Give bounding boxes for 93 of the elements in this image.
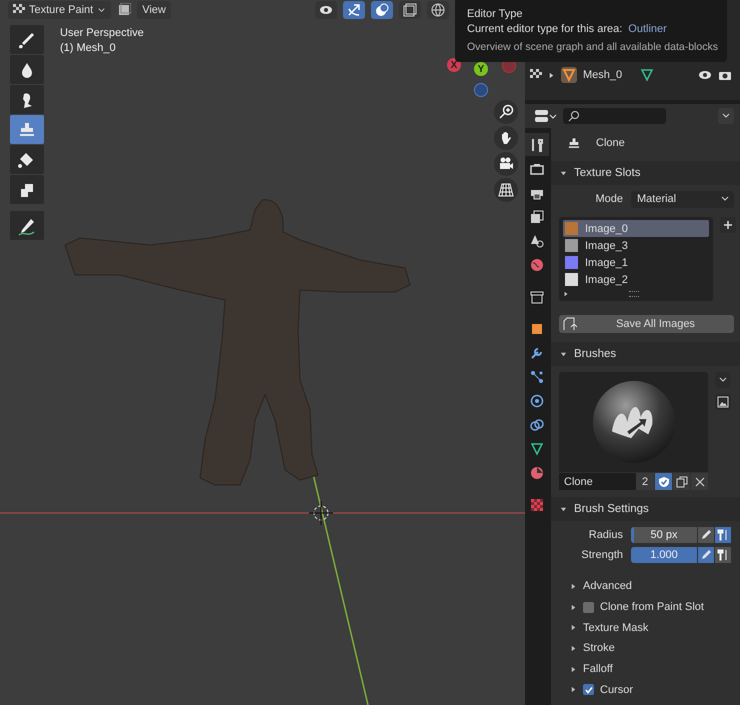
panel-header[interactable]: Texture Slots [551,161,740,185]
pen-icon[interactable] [698,526,714,542]
save-icon [563,317,577,331]
resize-grip-icon[interactable] [629,291,639,297]
search-icon [568,110,580,122]
panel-title: Texture Slots [574,167,640,179]
editor-type-dropdown[interactable] [535,109,557,123]
viewport-info-text: User Perspective [60,27,144,39]
value-slider[interactable]: 50 px [631,526,697,542]
pencil-icon[interactable] [10,211,44,240]
panel-title: Brushes [574,348,616,360]
tooltip-label: Current editor type for this area: [467,23,622,35]
slot-item[interactable]: Image_2 [563,271,709,288]
expand-arrow[interactable] [570,644,577,652]
field-label: Radius [588,528,624,540]
brush-icon[interactable] [10,25,44,54]
cursor-icon[interactable] [308,500,334,526]
squares-icon[interactable] [10,175,44,204]
viewport-info-text: (1) Mesh_0 [60,42,117,54]
axis-handle[interactable] [474,83,488,97]
duplicate-icon[interactable] [673,473,690,490]
triangle-mesh-icon [640,68,654,82]
globe-icon[interactable] [427,1,449,19]
overlay-icon[interactable] [371,1,393,19]
collapse-arrow[interactable] [560,506,567,512]
wrench-screwdriver-icon[interactable] [525,133,549,156]
close-icon[interactable] [691,473,708,490]
tooltip-title: Editor Type [467,8,524,20]
shield-icon[interactable] [655,473,672,490]
chevron-down-icon [97,6,106,14]
add-button[interactable] [720,217,736,233]
expand-arrow[interactable] [570,624,577,632]
panel-title: Brush Settings [574,503,649,515]
value-slider[interactable]: 1.000 [631,546,697,562]
expand-arrow[interactable] [570,686,577,694]
grid-icon[interactable] [494,178,518,202]
expand-arrow[interactable] [563,291,569,297]
slot-item[interactable]: Image_3 [563,237,709,254]
collapse-arrow[interactable] [560,170,567,176]
mode-label: Mode [594,193,624,205]
brush-preview[interactable] [559,372,708,472]
brush-name-field[interactable]: Clone [559,473,636,490]
subpanel-title[interactable]: Falloff [583,663,613,676]
expand-arrow[interactable] [570,604,577,611]
plus-icon [723,220,733,230]
cube-icon[interactable] [117,3,132,17]
checker-icon [13,4,25,16]
drop-icon[interactable] [10,55,44,84]
chevron-down-icon[interactable] [715,372,731,388]
gizmo-icon[interactable] [343,1,365,19]
active-tool-label: Clone [596,137,625,149]
panel-header[interactable]: Brushes [551,342,740,366]
subpanel-title[interactable]: Texture Mask [583,622,648,634]
subpanel-title[interactable]: Stroke [583,642,615,654]
subpanel-title[interactable]: Advanced [583,580,632,592]
search-field[interactable] [563,108,666,124]
finger-icon[interactable] [10,85,44,114]
eye-icon[interactable] [698,68,712,82]
camera-icon[interactable] [494,152,518,176]
user-count[interactable]: 2 [636,473,654,490]
slot-item[interactable]: Image_0 [563,220,709,237]
zoom-icon[interactable] [494,100,518,124]
save-all-images-button[interactable]: Save All Images [559,315,734,333]
expand-arrow[interactable] [570,666,577,673]
checkbox[interactable] [583,602,594,613]
field-label: Strength [580,548,624,560]
expand-arrow[interactable] [570,582,577,590]
collapse-arrow[interactable] [560,350,567,358]
mode-dropdown[interactable]: Texture Paint [8,1,112,19]
xray-icon[interactable] [399,1,421,19]
tooltip-description: Overview of scene graph and all available data-blocks [467,41,717,53]
image-icon[interactable] [715,394,731,410]
view-menu[interactable]: View [137,1,171,19]
brush-link-icon[interactable] [715,526,731,542]
stamp-icon [566,136,582,150]
pen-icon[interactable] [698,546,714,562]
tooltip-value: Outliner [628,23,667,35]
expand-arrow[interactable] [548,72,555,78]
hand-icon[interactable] [494,126,518,150]
slot-item[interactable]: Image_1 [563,254,709,271]
mode-dropdown[interactable]: Material [631,190,734,208]
options-dropdown[interactable] [718,108,734,124]
outliner-item[interactable]: Mesh_0 [583,69,622,81]
brush-link-icon[interactable] [715,546,731,562]
mesh-triangle-icon [561,67,577,83]
panel-header[interactable]: Brush Settings [551,497,740,521]
bucket-icon[interactable] [10,145,44,174]
subpanel-title[interactable]: Clone from Paint Slot [600,601,704,614]
eye-icon[interactable] [315,1,337,19]
subpanel-title[interactable]: Cursor [600,684,634,696]
checker-icon [530,69,542,81]
checkbox[interactable] [583,684,594,696]
y-axis-handle[interactable]: Y [474,62,488,76]
